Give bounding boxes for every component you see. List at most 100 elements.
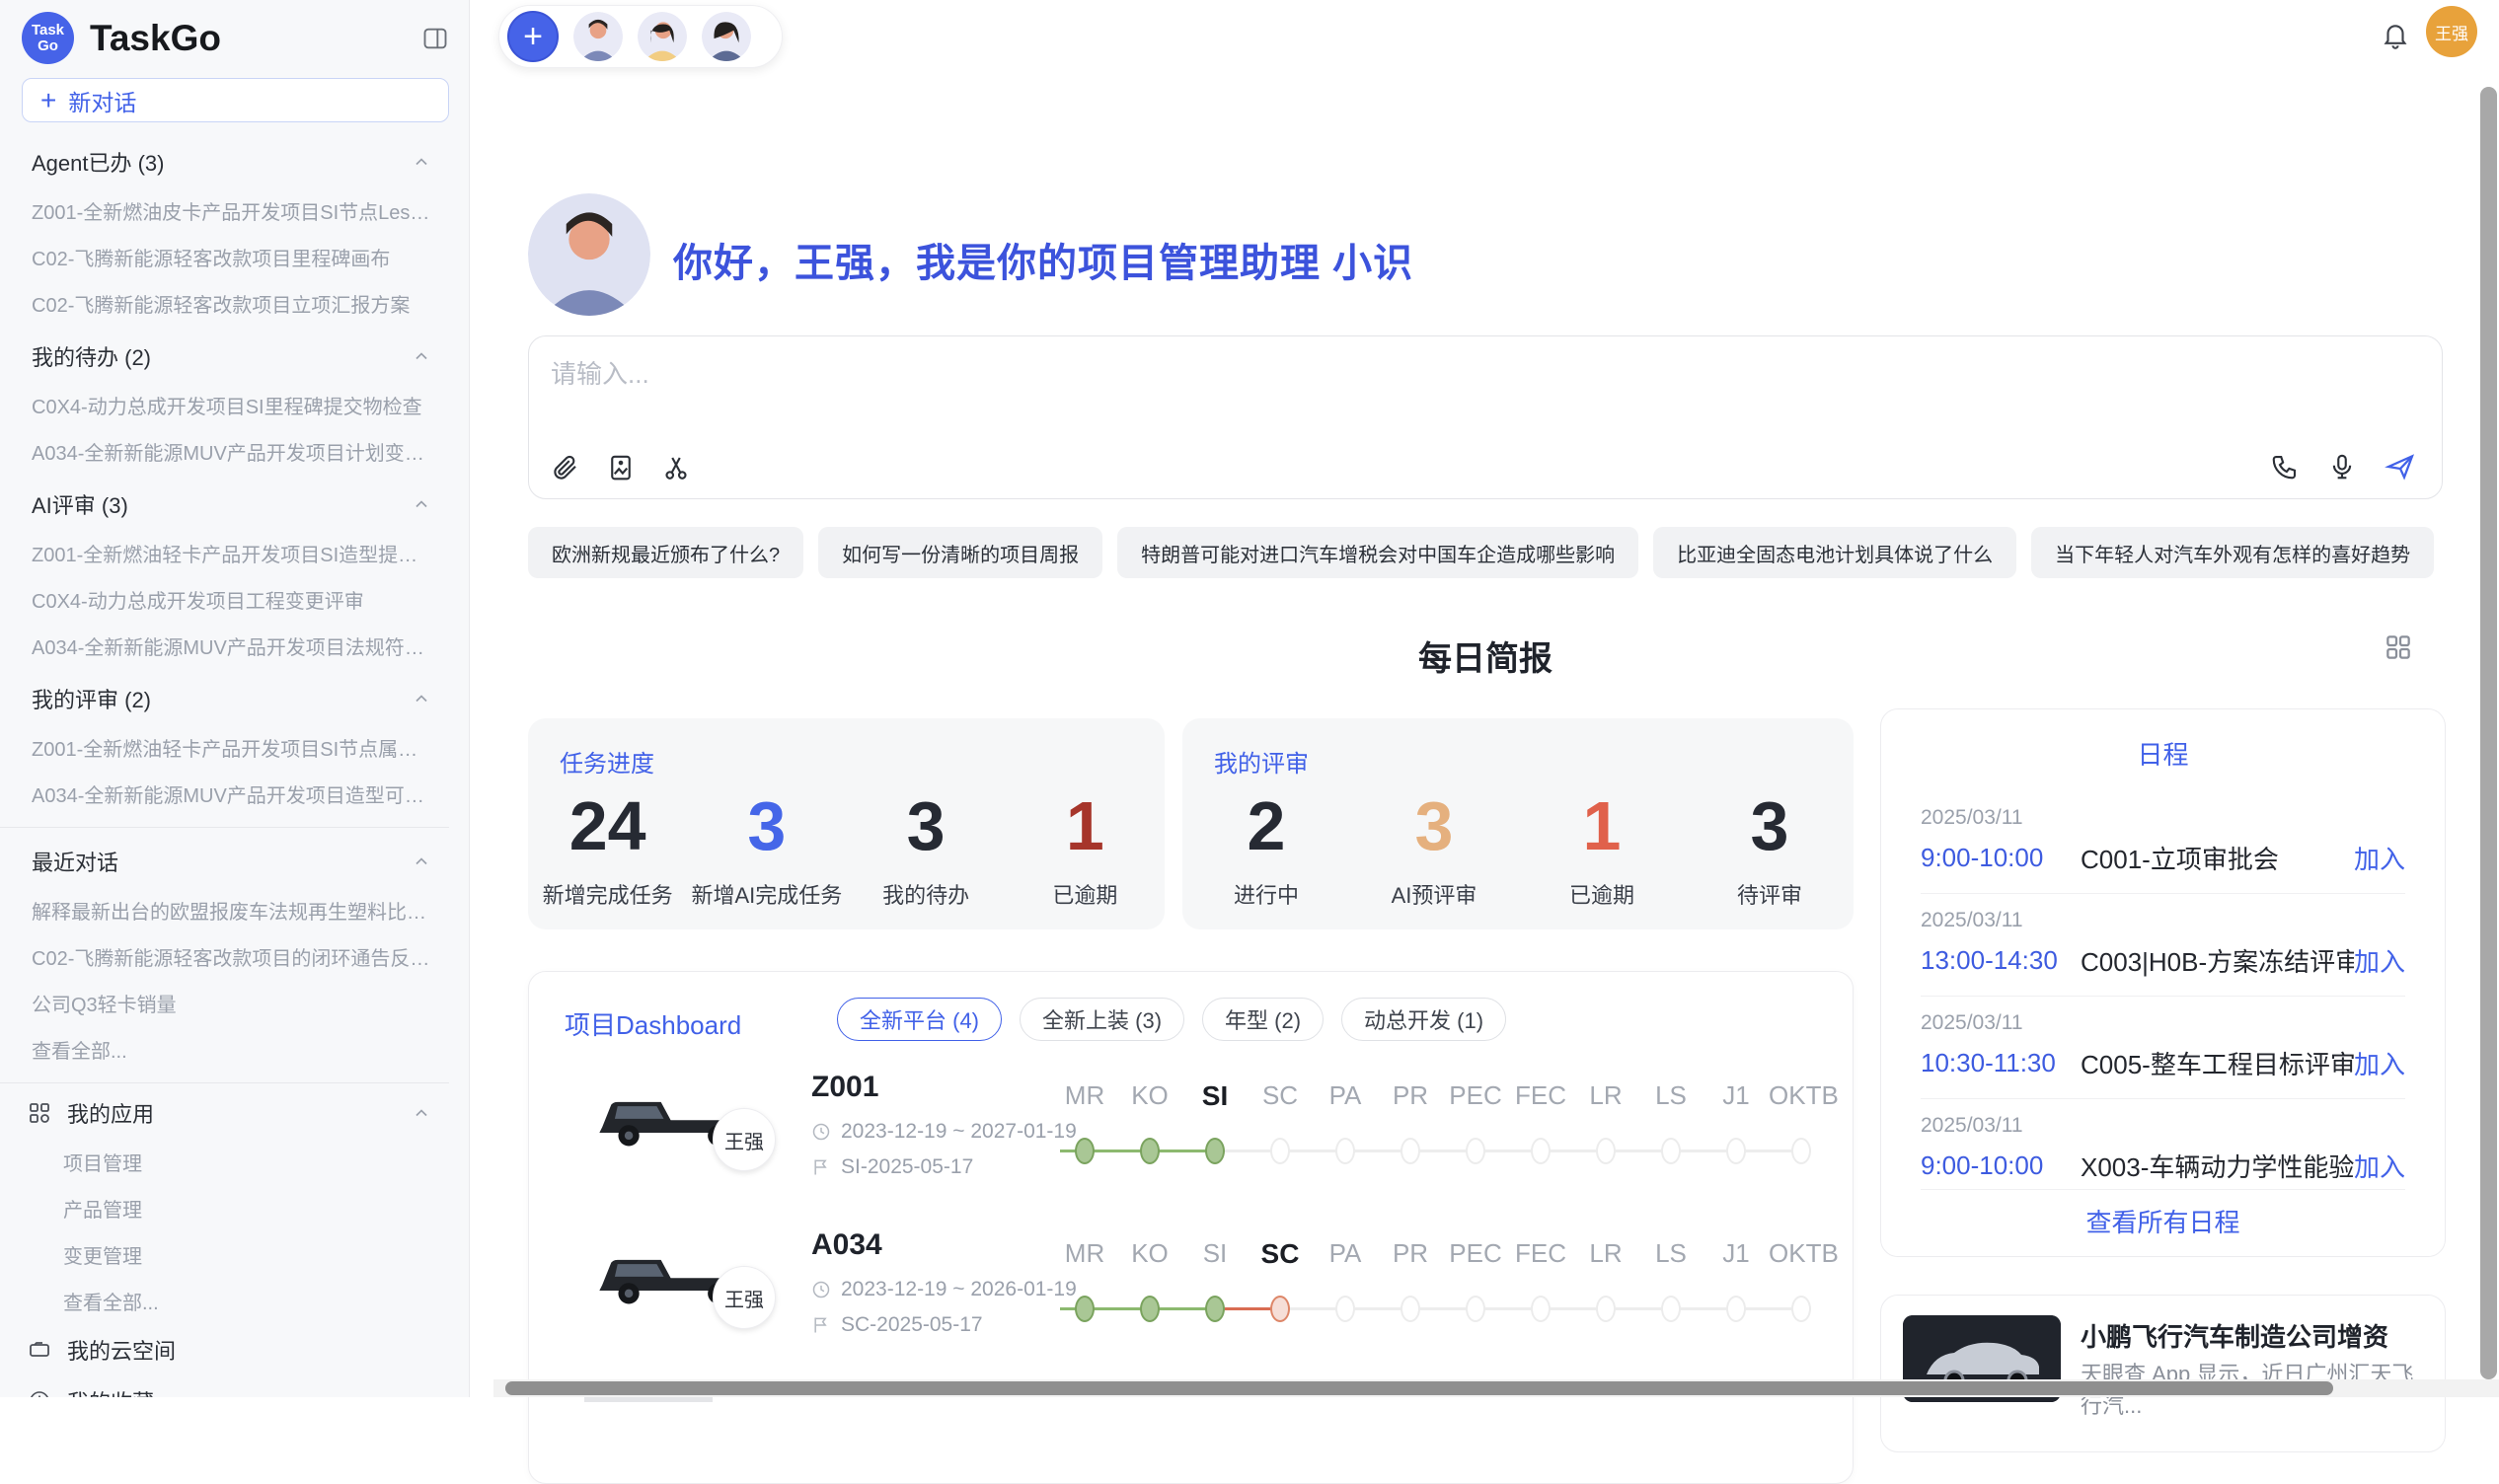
list-item[interactable]: C02-飞腾新能源轻客改款项目立项汇报方案 [0,280,449,327]
view-all-chats[interactable]: 查看全部... [0,1026,449,1073]
section-ai-review[interactable]: AI评审 (3) [0,475,449,530]
milestone-dot [1401,1138,1420,1164]
page: Task Go TaskGo + 新对话 Agent已办 (3) Z001-全新… [0,0,2499,1397]
join-link[interactable]: 加入 [2354,1148,2405,1184]
microphone-icon[interactable] [2327,452,2357,482]
metric-label: 新增完成任务 [528,878,687,910]
section-recent-chats[interactable]: 最近对话 [0,832,449,887]
filter-chip[interactable]: 年型 (2) [1202,998,1324,1041]
chevron-up-icon[interactable] [412,346,431,366]
metric-value: 3 [687,789,846,862]
layout-grid-icon[interactable] [2383,631,2414,663]
sidebar-item-cloud-space[interactable]: 我的云空间 [0,1324,449,1375]
join-link[interactable]: 加入 [2354,840,2405,876]
join-link[interactable]: 加入 [2354,942,2405,979]
sidebar-item-my-apps[interactable]: 我的应用 [0,1087,449,1139]
dashboard-title: 项目Dashboard [565,1005,741,1042]
chevron-up-icon[interactable] [412,689,431,708]
project-row[interactable]: 王强 Z001 2023-12-19 ~ 2027-01-19 SI-2025-… [529,1067,1853,1215]
view-all-apps[interactable]: 查看全部... [0,1278,449,1324]
milestone-dot [1270,1138,1290,1164]
view-all-schedule-link[interactable]: 查看所有日程 [1881,1203,2445,1239]
chat-input[interactable] [551,352,1735,396]
app-item-change-mgmt[interactable]: 变更管理 [0,1231,449,1278]
vertical-scrollbar[interactable] [2480,87,2497,1379]
image-upload-icon[interactable] [606,453,636,482]
clock-icon [811,1280,831,1299]
flag-icon [811,1315,831,1335]
horizontal-scrollbar[interactable] [505,1381,2333,1395]
filter-chip[interactable]: 全新平台 (4) [837,998,1002,1041]
metric-label: 新增AI完成任务 [687,878,846,910]
milestone-dot-done [1205,1138,1225,1164]
notification-bell-icon[interactable] [2381,20,2410,49]
chevron-up-icon[interactable] [412,1103,431,1123]
divider [1921,893,2405,894]
cloud-space-label: 我的云空间 [67,1334,176,1366]
section-my-todo[interactable]: 我的待办 (2) [0,327,449,382]
suggestion-chip[interactable]: 欧洲新规最近颁布了什么? [528,527,803,578]
project-row[interactable]: 王强 A034 2023-12-19 ~ 2026-01-19 SC-2025-… [529,1224,1853,1373]
schedule-date: 2025/03/11 [1921,909,2405,932]
screenshot-scissors-icon[interactable] [661,453,691,482]
suggestion-chip[interactable]: 如何写一份清晰的项目周报 [818,527,1102,578]
filter-chip[interactable]: 动总开发 (1) [1341,998,1506,1041]
join-link[interactable]: 加入 [2354,1045,2405,1081]
collapse-sidebar-icon[interactable] [421,25,449,52]
send-icon[interactable] [2385,451,2416,482]
project-dates: 2023-12-19 ~ 2027-01-19 [841,1120,1077,1144]
list-item[interactable]: C02-飞腾新能源轻客改款项目里程碑画布 [0,234,449,280]
attachment-icon[interactable] [551,453,580,482]
list-item[interactable]: 解释最新出台的欧盟报废车法规再生塑料比例被调至15%... [0,887,449,933]
milestone-label: PEC [1443,1238,1508,1270]
favorites-label: 我的收藏 [67,1385,154,1397]
new-chat-label: 新对话 [68,84,136,117]
avatar[interactable] [573,12,623,61]
new-chat-button[interactable]: + 新对话 [22,78,449,122]
list-item[interactable]: Z001-全新燃油轻卡产品开发项目SI节点属性5D文件评审 [0,724,449,771]
suggestion-chip[interactable]: 特朗普可能对进口汽车增税会对中国车企造成哪些影响 [1117,527,1638,578]
milestone-dot-done [1205,1296,1225,1322]
metric: 3 我的待办 [847,789,1006,910]
metric-value: 3 [1686,789,1854,862]
section-header-label: 我的待办 (2) [32,340,151,372]
metric-label: AI预评审 [1350,878,1518,910]
add-contact-button[interactable]: + [507,11,559,62]
milestone-dot [1661,1296,1681,1322]
chevron-up-icon[interactable] [412,152,431,172]
metric-value: 3 [1350,789,1518,862]
list-item[interactable]: C0X4-动力总成开发项目工程变更评审 [0,576,449,623]
list-item[interactable]: A034-全新新能源MUV产品开发项目计划变更表编写 [0,428,449,475]
quick-access-bar: + [498,5,783,68]
app-item-product-mgmt[interactable]: 产品管理 [0,1185,449,1231]
list-item[interactable]: A034-全新新能源MUV产品开发项目法规符合性评审 [0,623,449,669]
list-item[interactable]: Z001-全新燃油皮卡产品开发项目SI节点Lesson Learn报告 [0,187,449,234]
list-item[interactable]: C0X4-动力总成开发项目SI里程碑提交物检查 [0,382,449,428]
chevron-up-icon[interactable] [412,494,431,514]
user-avatar[interactable]: 王强 [2426,6,2477,57]
news-card[interactable]: 小鹏飞行汽车制造公司增资 天眼查 App 显示，近日广州汇天飞行汽... [1880,1295,2446,1452]
section-agent-done[interactable]: Agent已办 (3) [0,132,449,187]
app-item-project-mgmt[interactable]: 项目管理 [0,1139,449,1185]
task-progress-card: 任务进度 24 新增完成任务 3 新增AI完成任务 3 我的待办 1 已逾期 [528,718,1165,929]
section-my-review[interactable]: 我的评审 (2) [0,669,449,724]
suggestion-chip[interactable]: 当下年轻人对汽车外观有怎样的喜好趋势 [2031,527,2434,578]
milestone-label: PA [1313,1238,1378,1270]
avatar[interactable] [638,12,687,61]
milestone-label: FEC [1508,1080,1573,1112]
phone-call-icon[interactable] [2270,452,2300,482]
list-item[interactable]: Z001-全新燃油轻卡产品开发项目SI造型提交物评审 [0,530,449,576]
news-title: 小鹏飞行汽车制造公司增资 [2081,1317,2388,1354]
filter-chip[interactable]: 全新上装 (3) [1020,998,1184,1041]
milestone-label-current: SC [1248,1238,1313,1270]
assistant-avatar [528,193,650,316]
list-item[interactable]: C02-飞腾新能源轻客改款项目的闭环通告反馈情况 [0,933,449,980]
milestone-label: KO [1117,1238,1182,1270]
milestone-label: SI [1182,1238,1248,1270]
list-item[interactable]: A034-全新新能源MUV产品开发项目造型可行性评审 [0,771,449,817]
suggestion-chip[interactable]: 比亚迪全固态电池计划具体说了什么 [1653,527,2016,578]
chevron-up-icon[interactable] [412,852,431,871]
sidebar-item-favorites[interactable]: 我的收藏 [0,1375,449,1397]
avatar[interactable] [702,12,751,61]
list-item[interactable]: 公司Q3轻卡销量 [0,980,449,1026]
